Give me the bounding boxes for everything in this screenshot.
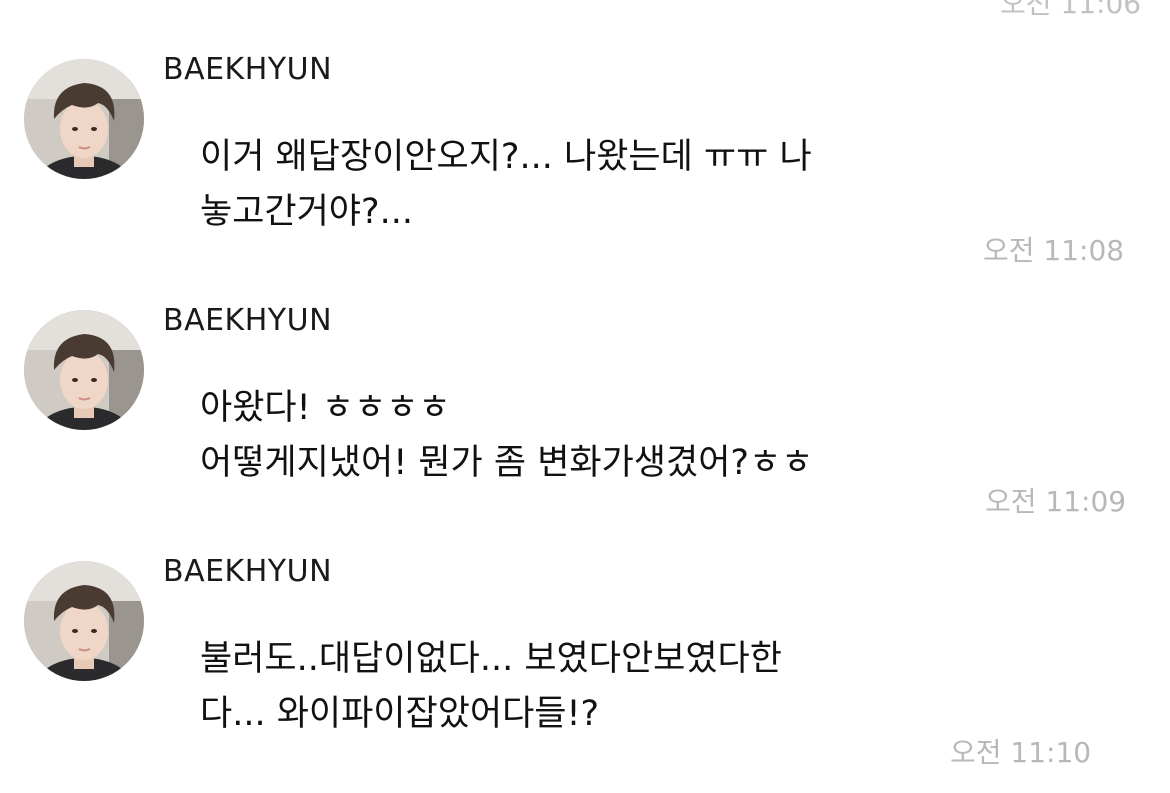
profile-photo-avatar-icon [24, 561, 144, 681]
message-text[interactable]: 이거 왜답장이안오지?... 나왔는데 ㅠㅠ 나 놓고간거야?... [200, 130, 812, 240]
message-time: 오전 11:09 [985, 485, 1127, 518]
message-line: 아왔다! ㅎㅎㅎㅎ [200, 388, 451, 428]
avatar[interactable] [24, 561, 144, 681]
message-line: 놓고간거야?... [200, 192, 413, 232]
profile-photo-avatar-icon [24, 59, 144, 179]
message-line: 다... 와이파이잡았어다들!? [200, 694, 600, 734]
avatar[interactable] [24, 310, 144, 430]
chat-view: 오전 11:06 BAEKHYUN 이거 왜답장이안오지?... 나왔는데 ㅠㅠ… [0, 0, 1170, 793]
message-line: 불러도..대답이없다... 보였다안보였다한 [200, 639, 782, 679]
sender-name: BAEKHYUN [163, 554, 333, 589]
message-line: 이거 왜답장이안오지?... 나왔는데 ㅠㅠ 나 [200, 137, 812, 177]
message-time: 오전 11:08 [983, 234, 1125, 267]
message-text[interactable]: 불러도..대답이없다... 보였다안보였다한 다... 와이파이잡았어다들!? [200, 632, 782, 742]
message-time: 오전 11:10 [950, 736, 1092, 769]
message-line: 어떻게지냈어! 뭔가 좀 변화가생겼어?ㅎㅎ [200, 443, 814, 483]
sender-name: BAEKHYUN [163, 303, 333, 338]
avatar[interactable] [24, 59, 144, 179]
message-text[interactable]: 아왔다! ㅎㅎㅎㅎ 어떻게지냈어! 뭔가 좀 변화가생겼어?ㅎㅎ [200, 381, 813, 491]
profile-photo-avatar-icon [24, 310, 144, 430]
sender-name: BAEKHYUN [163, 52, 333, 87]
previous-message-time: 오전 11:06 [1000, 0, 1142, 20]
